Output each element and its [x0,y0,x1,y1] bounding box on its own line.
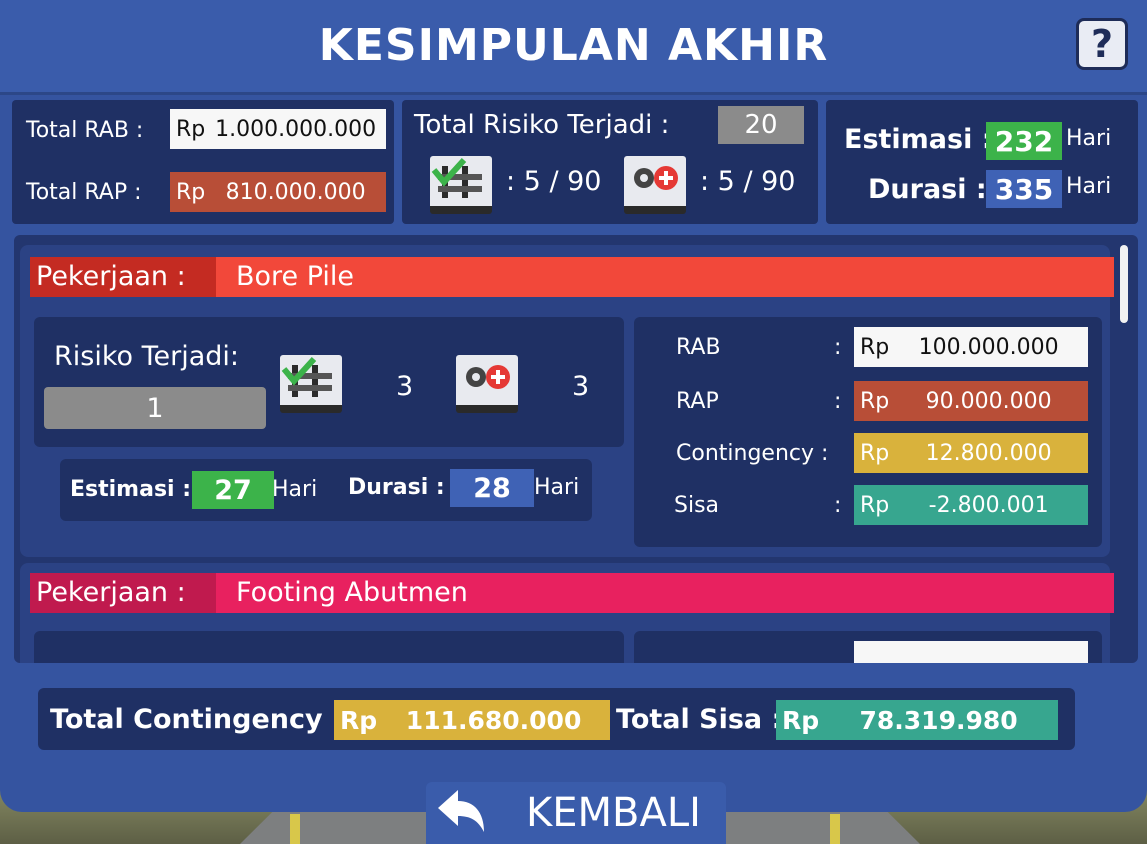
gear-plus-icon [624,156,686,214]
budget-summary: Total RAB : Rp 1.000.000.000 Total RAP :… [12,100,394,224]
totals-bar: Total Contingency : Rp 111.680.000 Total… [38,688,1075,750]
total-contingency-value: 111.680.000 [405,705,582,735]
rap-value: 90.000.000 [925,388,1052,414]
rab-value: 100.000.000 [918,334,1059,360]
durasi-label: Durasi : [348,475,445,500]
estimasi-unit: Hari [272,477,318,502]
time-box: Estimasi : 27 Hari Durasi : 28 Hari [60,459,592,521]
rab-field [854,641,1088,663]
back-label: KEMBALI [526,790,701,836]
time-summary: Estimasi : 232 Hari Durasi : 335 Hari [826,100,1138,224]
contingency-label: Contingency : [676,441,829,466]
work-header: Pekerjaan : Footing Abutmen [30,573,1114,613]
rab-field: Rp 100.000.000 [854,327,1088,367]
mitigated-count: 3 [396,371,414,402]
added-count: 3 [572,371,590,402]
work-label: Pekerjaan : [30,573,216,613]
work-card-footing-abutmen: Pekerjaan : Footing Abutmen [20,563,1114,663]
total-rap-label: Total RAP : [26,180,142,205]
colon: : [834,493,842,518]
durasi-value: 335 [986,170,1062,208]
mitigated-count: : 5 / 90 [506,166,602,197]
total-sisa-field: Rp 78.319.980 [776,700,1058,740]
estimasi-value: 232 [986,122,1062,160]
estimasi-unit: Hari [1066,126,1112,151]
cost-box [634,631,1102,663]
back-button[interactable]: KEMBALI [426,782,726,844]
work-card-bore-pile: Pekerjaan : Bore Pile Risiko Terjadi: 1 … [20,245,1114,557]
page-title: KESIMPULAN AKHIR [318,20,829,71]
risk-value: 1 [44,387,266,429]
risk-label: Risiko Terjadi: [54,341,240,372]
checklist-structure-icon [280,355,342,413]
rap-label: RAP [676,389,719,414]
scrollbar[interactable] [1120,245,1128,323]
durasi-unit: Hari [534,475,580,500]
durasi-label: Durasi : [868,174,987,205]
risk-box [34,631,624,663]
work-header: Pekerjaan : Bore Pile [30,257,1114,297]
work-label: Pekerjaan : [30,257,216,297]
estimasi-label: Estimasi : [70,477,192,502]
currency-label: Rp [860,492,890,518]
road-stripe [830,814,840,844]
currency-label: Rp [860,388,890,414]
durasi-unit: Hari [1066,174,1112,199]
total-rab-field: Rp 1.000.000.000 [170,109,386,149]
work-name: Footing Abutmen [216,573,1114,613]
currency-label: Rp [782,705,820,735]
rab-label: RAB [676,335,721,360]
currency-label: Rp [860,440,890,466]
road-stripe [290,814,300,844]
total-risk-value: 20 [718,106,804,144]
total-risk-label: Total Risiko Terjadi : [414,110,670,140]
currency-label: Rp [176,179,206,205]
sisa-label: Sisa [674,493,720,518]
risk-summary: Total Risiko Terjadi : 20 : 5 / 90 : 5 /… [402,100,818,224]
contingency-value: 12.800.000 [925,440,1052,466]
estimasi-label: Estimasi : [844,124,993,155]
total-sisa-label: Total Sisa : [616,704,783,735]
total-rap-value: 810.000.000 [225,179,366,205]
work-list[interactable]: Pekerjaan : Bore Pile Risiko Terjadi: 1 … [14,235,1138,663]
total-sisa-value: 78.319.980 [859,705,1018,735]
sisa-field: Rp -2.800.001 [854,485,1088,525]
cost-box: RAB : Rp 100.000.000 RAP : Rp 90.000.000… [634,317,1102,547]
total-rab-label: Total RAB : [26,118,144,143]
rap-field: Rp 90.000.000 [854,381,1088,421]
risk-box: Risiko Terjadi: 1 3 3 [34,317,624,447]
sisa-value: -2.800.001 [928,492,1049,518]
checklist-structure-icon [430,156,492,214]
durasi-value: 28 [450,469,534,507]
currency-label: Rp [176,116,206,142]
total-contingency-label: Total Contingency : [50,704,343,735]
colon: : [834,335,842,360]
help-button[interactable]: ? [1076,18,1128,70]
title-bar: KESIMPULAN AKHIR ? [0,0,1147,95]
added-count: : 5 / 90 [700,166,796,197]
work-name: Bore Pile [216,257,1114,297]
gear-plus-icon [456,355,518,413]
contingency-field: Rp 12.800.000 [854,433,1088,473]
colon: : [834,389,842,414]
currency-label: Rp [860,334,890,360]
back-arrow-icon [438,790,484,832]
summary-panel: KESIMPULAN AKHIR ? Total RAB : Rp 1.000.… [0,0,1147,812]
currency-label: Rp [340,705,378,735]
total-rap-field: Rp 810.000.000 [170,172,386,212]
total-contingency-field: Rp 111.680.000 [334,700,610,740]
estimasi-value: 27 [192,471,274,509]
total-rab-value: 1.000.000.000 [215,116,377,142]
